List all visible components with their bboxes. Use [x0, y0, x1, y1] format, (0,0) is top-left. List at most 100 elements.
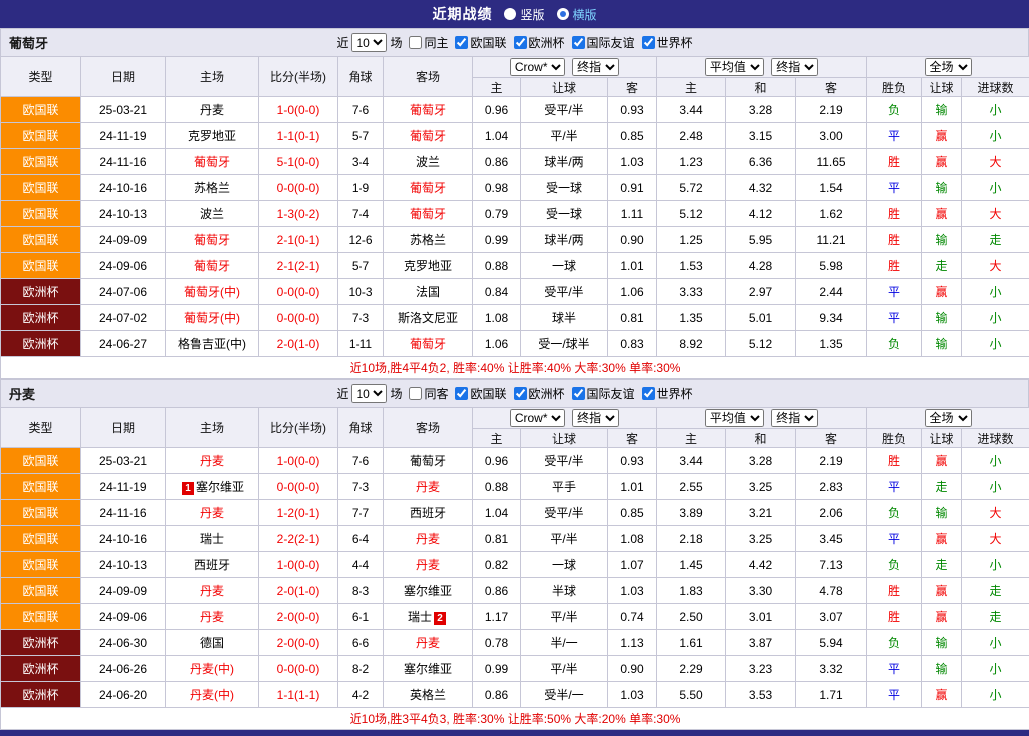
- euro-home-odds: 8.92: [657, 331, 726, 357]
- match-row: 欧洲杯 24-06-30 德国 2-0(0-0) 6-6 丹麦 0.78 半/一…: [1, 630, 1029, 656]
- home-team-name: 丹麦: [200, 103, 224, 117]
- result-handicap: 走: [922, 552, 962, 578]
- home-team-name: 丹麦(中): [190, 688, 234, 702]
- red-card-badge: 2: [434, 612, 446, 625]
- col-res-wdl: 胜负: [867, 429, 922, 448]
- final-odds-select-2[interactable]: 终指: [771, 409, 818, 427]
- result-goals: 小: [962, 123, 1029, 149]
- euro-away-odds: 5.94: [796, 630, 867, 656]
- league-type-cell: 欧国联: [1, 201, 81, 227]
- bottom-bar: [0, 730, 1029, 736]
- scope-select[interactable]: 全场: [925, 58, 972, 76]
- horizontal-layout-radio[interactable]: 横版: [557, 6, 597, 23]
- result-wdl: 平: [867, 474, 922, 500]
- league-type-cell: 欧国联: [1, 604, 81, 630]
- league-label-euro: 欧洲杯: [529, 385, 565, 402]
- col-eu-draw: 和: [726, 429, 796, 448]
- score-cell: 1-2(0-1): [259, 500, 338, 526]
- col-home: 主场: [166, 408, 259, 448]
- result-goals: 小: [962, 448, 1029, 474]
- handicap-line: 受半/一: [521, 682, 608, 708]
- euro-draw-odds: 3.53: [726, 682, 796, 708]
- final-odds-select[interactable]: 终指: [572, 58, 619, 76]
- same-away-checkbox[interactable]: [409, 387, 422, 400]
- home-team-cell: 波兰: [166, 201, 259, 227]
- league-checkbox-euro[interactable]: [514, 36, 527, 49]
- euro-away-odds: 4.78: [796, 578, 867, 604]
- handicap-away-odds: 0.93: [608, 448, 657, 474]
- handicap-home-odds: 0.99: [473, 656, 521, 682]
- result-wdl: 胜: [867, 227, 922, 253]
- home-team-cell: 丹麦: [166, 604, 259, 630]
- score-cell: 0-0(0-0): [259, 656, 338, 682]
- corner-cell: 5-7: [338, 123, 384, 149]
- portugal-rows: 欧国联 25-03-21 丹麦 1-0(0-0) 7-6 葡萄牙 0.96 受平…: [1, 97, 1029, 357]
- handicap-away-odds: 0.91: [608, 175, 657, 201]
- result-scope-group: 全场: [867, 57, 1029, 78]
- away-team-name: 法国: [416, 285, 440, 299]
- euro-away-odds: 1.62: [796, 201, 867, 227]
- odds-company-select[interactable]: Crow*: [510, 58, 565, 76]
- league-type-cell: 欧国联: [1, 552, 81, 578]
- euro-away-odds: 1.54: [796, 175, 867, 201]
- away-team-name: 葡萄牙: [410, 207, 446, 221]
- corner-cell: 6-6: [338, 630, 384, 656]
- league-checkbox-worldcup[interactable]: [642, 36, 655, 49]
- league-checkbox-euro[interactable]: [514, 387, 527, 400]
- result-wdl: 平: [867, 656, 922, 682]
- euro-draw-odds: 3.15: [726, 123, 796, 149]
- date-cell: 24-10-13: [81, 552, 166, 578]
- result-handicap: 赢: [922, 149, 962, 175]
- denmark-section-header: 丹麦 近 10 场 同客 欧国联 欧洲杯 国际友谊 世界杯: [0, 379, 1029, 407]
- home-team-cell: 葡萄牙: [166, 253, 259, 279]
- away-team-name: 葡萄牙: [410, 454, 446, 468]
- recent-count-select[interactable]: 10: [351, 384, 387, 403]
- average-odds-select[interactable]: 平均值: [705, 409, 764, 427]
- result-handicap: 输: [922, 97, 962, 123]
- match-row: 欧国联 24-10-13 波兰 1-3(0-2) 7-4 葡萄牙 0.79 受一…: [1, 201, 1029, 227]
- handicap-home-odds: 0.81: [473, 526, 521, 552]
- euro-away-odds: 11.21: [796, 227, 867, 253]
- date-cell: 25-03-21: [81, 97, 166, 123]
- recent-count-select[interactable]: 10: [351, 33, 387, 52]
- same-home-checkbox[interactable]: [409, 36, 422, 49]
- corner-cell: 12-6: [338, 227, 384, 253]
- radio-icon: [504, 8, 516, 20]
- league-checkbox-nations[interactable]: [455, 387, 468, 400]
- average-odds-select[interactable]: 平均值: [705, 58, 764, 76]
- vertical-layout-radio[interactable]: 竖版: [504, 6, 544, 23]
- handicap-home-odds: 0.82: [473, 552, 521, 578]
- recent-results-page: 近期战绩 竖版 横版 葡萄牙 近 10 场 同主 欧国联 欧洲杯 国际友谊 世界…: [0, 0, 1029, 736]
- portugal-section-header: 葡萄牙 近 10 场 同主 欧国联 欧洲杯 国际友谊 世界杯: [0, 28, 1029, 56]
- result-wdl: 胜: [867, 604, 922, 630]
- league-checkbox-worldcup[interactable]: [642, 387, 655, 400]
- euro-away-odds: 3.45: [796, 526, 867, 552]
- final-odds-select-2[interactable]: 终指: [771, 58, 818, 76]
- league-checkbox-nations[interactable]: [455, 36, 468, 49]
- league-type-cell: 欧国联: [1, 448, 81, 474]
- league-label-friendly: 国际友谊: [587, 385, 635, 402]
- euro-away-odds: 1.35: [796, 331, 867, 357]
- league-checkbox-friendly[interactable]: [572, 36, 585, 49]
- result-wdl: 平: [867, 123, 922, 149]
- euro-away-odds: 3.07: [796, 604, 867, 630]
- league-type-cell: 欧洲杯: [1, 630, 81, 656]
- final-odds-select[interactable]: 终指: [572, 409, 619, 427]
- handicap-line: 受一球: [521, 201, 608, 227]
- away-team-cell: 葡萄牙: [384, 448, 473, 474]
- result-handicap: 输: [922, 227, 962, 253]
- match-row: 欧国联 25-03-21 丹麦 1-0(0-0) 7-6 葡萄牙 0.96 受平…: [1, 97, 1029, 123]
- league-label-nations: 欧国联: [470, 385, 506, 402]
- date-cell: 24-07-06: [81, 279, 166, 305]
- odds-company-select[interactable]: Crow*: [510, 409, 565, 427]
- col-ah-away: 客: [608, 78, 657, 97]
- date-cell: 24-09-06: [81, 604, 166, 630]
- home-team-name: 丹麦: [200, 610, 224, 624]
- corner-cell: 6-1: [338, 604, 384, 630]
- euro-home-odds: 1.35: [657, 305, 726, 331]
- league-checkbox-friendly[interactable]: [572, 387, 585, 400]
- date-cell: 25-03-21: [81, 448, 166, 474]
- scope-select[interactable]: 全场: [925, 409, 972, 427]
- col-corner: 角球: [338, 408, 384, 448]
- corner-cell: 7-3: [338, 474, 384, 500]
